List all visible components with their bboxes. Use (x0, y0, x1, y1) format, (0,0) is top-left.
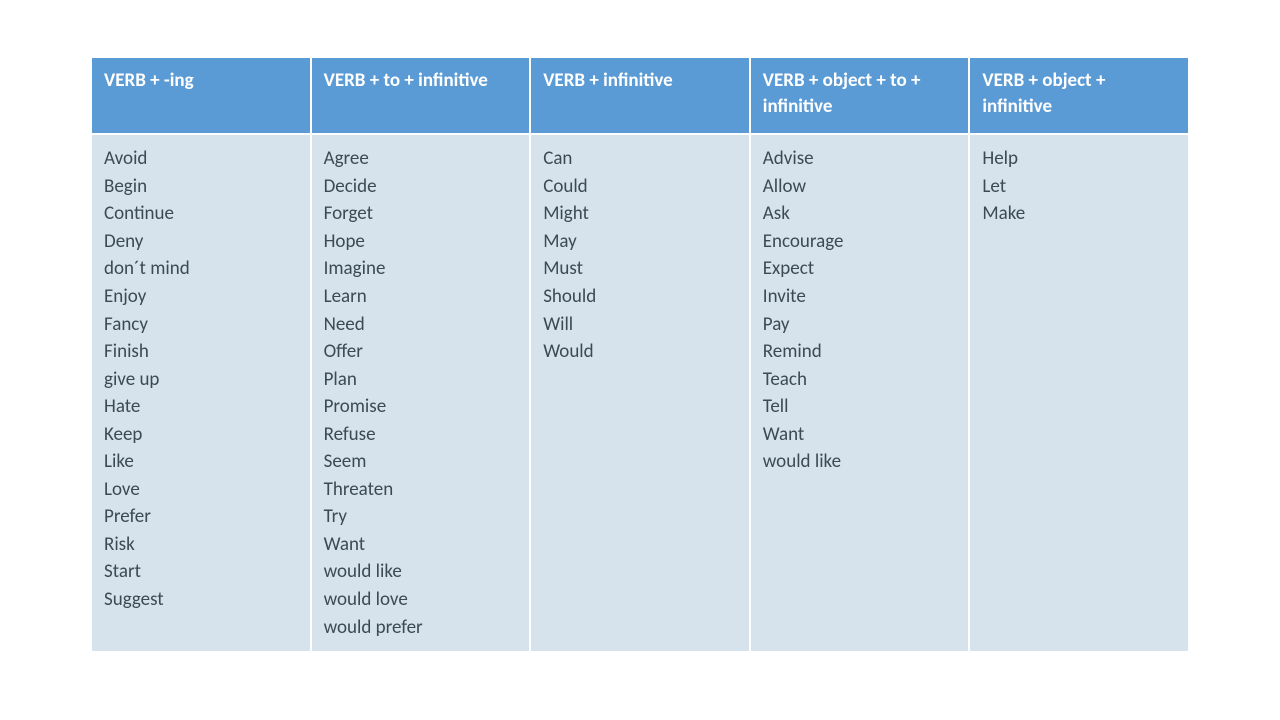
verb-item: Forget (324, 200, 518, 228)
verb-item: Offer (324, 338, 518, 366)
verb-item: Make (982, 200, 1176, 228)
verb-item: Want (324, 531, 518, 559)
data-row: AvoidBeginContinueDenydon´t mindEnjoyFan… (91, 134, 1189, 652)
cell-verb-ing: AvoidBeginContinueDenydon´t mindEnjoyFan… (91, 134, 311, 652)
verb-item: Let (982, 173, 1176, 201)
verb-item: Risk (104, 531, 298, 559)
verb-item: Begin (104, 173, 298, 201)
verb-item: Encourage (763, 228, 957, 256)
verb-item: Threaten (324, 476, 518, 504)
verb-item: Agree (324, 145, 518, 173)
verb-item: don´t mind (104, 255, 298, 283)
verb-item: Should (543, 283, 737, 311)
verb-item: Pay (763, 311, 957, 339)
verb-item: May (543, 228, 737, 256)
verb-item: Prefer (104, 503, 298, 531)
verb-item: Teach (763, 366, 957, 394)
verb-item: Would (543, 338, 737, 366)
header-verb-ing: VERB + -ing (91, 57, 311, 134)
verb-item: would prefer (324, 614, 518, 642)
cell-verb-to-infinitive: AgreeDecideForgetHopeImagineLearnNeedOff… (311, 134, 531, 652)
verb-item: Deny (104, 228, 298, 256)
cell-verb-object-infinitive: HelpLetMake (969, 134, 1189, 652)
header-verb-to-infinitive: VERB + to + infinitive (311, 57, 531, 134)
verb-item: Hope (324, 228, 518, 256)
verb-item: Can (543, 145, 737, 173)
verb-item: Expect (763, 255, 957, 283)
verb-patterns-table: VERB + -ing VERB + to + infinitive VERB … (90, 56, 1190, 653)
verb-item: Love (104, 476, 298, 504)
header-verb-infinitive: VERB + infinitive (530, 57, 750, 134)
verb-item: Keep (104, 421, 298, 449)
verb-item: Must (543, 255, 737, 283)
verb-item: Finish (104, 338, 298, 366)
verb-item: Tell (763, 393, 957, 421)
verb-item: Need (324, 311, 518, 339)
verb-item: Continue (104, 200, 298, 228)
verb-item: Start (104, 558, 298, 586)
header-verb-object-infinitive: VERB + object + infinitive (969, 57, 1189, 134)
verb-item: would like (324, 558, 518, 586)
verb-item: Hate (104, 393, 298, 421)
verb-item: would love (324, 586, 518, 614)
verb-item: Advise (763, 145, 957, 173)
verb-item: Want (763, 421, 957, 449)
verb-item: Decide (324, 173, 518, 201)
verb-item: Allow (763, 173, 957, 201)
verb-item: Will (543, 311, 737, 339)
verb-item: Invite (763, 283, 957, 311)
verb-item: Avoid (104, 145, 298, 173)
verb-item: Suggest (104, 586, 298, 614)
verb-item: Might (543, 200, 737, 228)
cell-verb-object-to-infinitive: AdviseAllowAskEncourageExpectInvitePayRe… (750, 134, 970, 652)
verb-item: Promise (324, 393, 518, 421)
verb-item: Refuse (324, 421, 518, 449)
verb-item: Fancy (104, 311, 298, 339)
verb-item: Like (104, 448, 298, 476)
verb-item: Remind (763, 338, 957, 366)
verb-item: Seem (324, 448, 518, 476)
verb-item: Imagine (324, 255, 518, 283)
header-verb-object-to-infinitive: VERB + object + to + infinitive (750, 57, 970, 134)
verb-item: Enjoy (104, 283, 298, 311)
verb-item: would like (763, 448, 957, 476)
verb-item: Help (982, 145, 1176, 173)
verb-item: give up (104, 366, 298, 394)
verb-item: Could (543, 173, 737, 201)
verb-item: Try (324, 503, 518, 531)
verb-item: Learn (324, 283, 518, 311)
table-container: VERB + -ing VERB + to + infinitive VERB … (0, 0, 1280, 653)
verb-item: Plan (324, 366, 518, 394)
header-row: VERB + -ing VERB + to + infinitive VERB … (91, 57, 1189, 134)
verb-item: Ask (763, 200, 957, 228)
cell-verb-infinitive: CanCouldMightMayMustShouldWillWould (530, 134, 750, 652)
